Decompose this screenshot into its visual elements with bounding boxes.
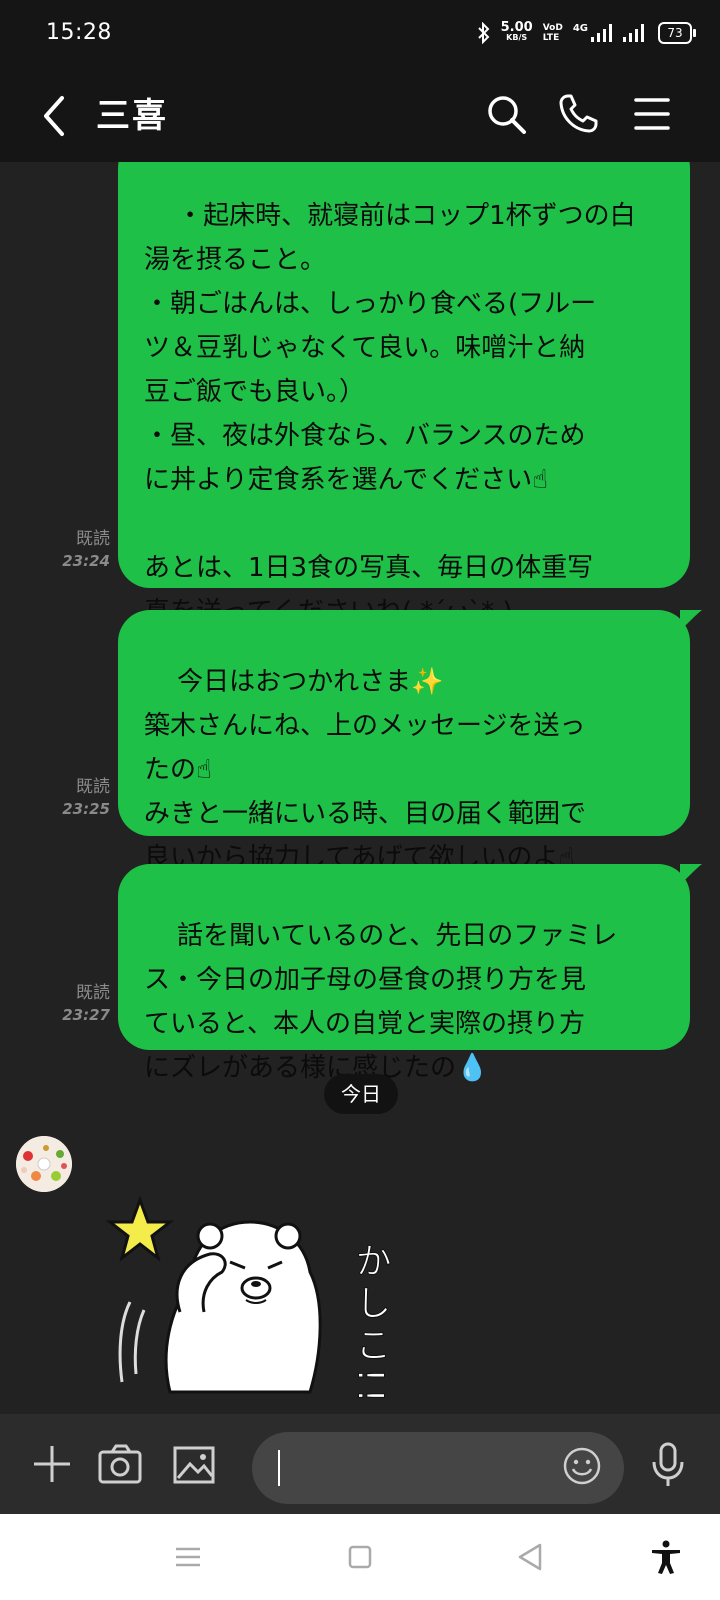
sticker-text: かしこ!!	[350, 1242, 391, 1409]
net-speed-value: 5.00	[500, 20, 533, 35]
mic-icon[interactable]	[644, 1440, 692, 1488]
message-time: 23:25	[62, 800, 110, 818]
bubble-tail	[680, 610, 702, 630]
net-speed: 5.00 KB/S	[500, 20, 533, 43]
recents-icon[interactable]	[170, 1539, 206, 1575]
signal-icon	[591, 24, 612, 42]
search-icon[interactable]	[482, 90, 530, 138]
message-text: 今日はおつかれさま✨ 築木さんにね、上のメッセージを送っ たの☝ みきと一緒にい…	[144, 667, 587, 873]
read-receipt: 既読 23:24	[50, 528, 110, 572]
message-text: 話を聞いているのと、先日のファミレ ス・今日の加子母の昼食の摂り方を見 ていると…	[144, 921, 618, 1083]
net-speed-unit: KB/S	[506, 33, 528, 42]
bluetooth-icon	[477, 22, 490, 44]
chat-messages[interactable]: ・起床時、就寝前はコップ1杯ずつの白 湯を摂ること。 ・朝ごはんは、しっかり食べ…	[0, 162, 720, 1414]
accessibility-icon[interactable]	[648, 1539, 684, 1575]
message-time: 23:27	[62, 1006, 110, 1024]
phone-icon[interactable]	[554, 90, 602, 138]
back-nav-icon[interactable]	[512, 1539, 548, 1575]
message-bubble[interactable]: 今日はおつかれさま✨ 築木さんにね、上のメッセージを送っ たの☝ みきと一緒にい…	[118, 610, 690, 873]
image-icon[interactable]	[170, 1440, 218, 1488]
emoji-icon[interactable]	[562, 1446, 602, 1486]
read-label: 既読	[76, 777, 110, 797]
read-receipt: 既読 23:25	[50, 776, 110, 820]
status-time: 15:28	[46, 20, 112, 45]
signal-icon-2	[623, 24, 644, 42]
read-receipt: 既読 23:27	[50, 982, 110, 1026]
avatar[interactable]	[16, 1136, 72, 1192]
message-bubble[interactable]: ・起床時、就寝前はコップ1杯ずつの白 湯を摂ること。 ・朝ごはんは、しっかり食べ…	[118, 162, 690, 627]
chat-title: 三喜	[96, 96, 168, 136]
message-time: 23:24	[62, 552, 110, 570]
read-label: 既読	[76, 529, 110, 549]
avatar-image	[16, 1136, 72, 1192]
home-icon[interactable]	[342, 1539, 378, 1575]
system-nav-bar	[0, 1514, 720, 1600]
status-bar: 15:28 5.00 KB/S VoD LTE 4G 73	[0, 0, 720, 70]
message-text: ・起床時、就寝前はコップ1杯ずつの白 湯を摂ること。 ・朝ごはんは、しっかり食べ…	[144, 201, 636, 627]
battery-level: 73	[667, 26, 683, 40]
read-label: 既読	[76, 983, 110, 1003]
bubble-tail	[680, 864, 702, 884]
chat-header: 三喜	[0, 70, 720, 162]
date-separator: 今日	[324, 1074, 398, 1114]
camera-icon[interactable]	[96, 1440, 144, 1488]
status-icons: 5.00 KB/S VoD LTE 4G 73	[477, 20, 696, 44]
message-bubble[interactable]: 話を聞いているのと、先日のファミレ ス・今日の加子母の昼食の摂り方を見 ていると…	[118, 864, 690, 1083]
battery-indicator: 73	[658, 22, 696, 44]
message-input-bar	[0, 1414, 720, 1514]
text-cursor	[278, 1450, 280, 1486]
back-icon[interactable]	[38, 92, 78, 140]
volte-bottom: LTE	[542, 33, 560, 43]
plus-icon[interactable]	[28, 1440, 76, 1488]
volte-indicator: VoD LTE	[543, 23, 563, 43]
sticker-image[interactable]: かしこ!!	[100, 1192, 430, 1414]
menu-icon[interactable]	[628, 90, 676, 138]
network-type: 4G	[572, 22, 588, 34]
star-icon	[105, 1195, 175, 1262]
volte-top: VoD	[542, 23, 563, 33]
